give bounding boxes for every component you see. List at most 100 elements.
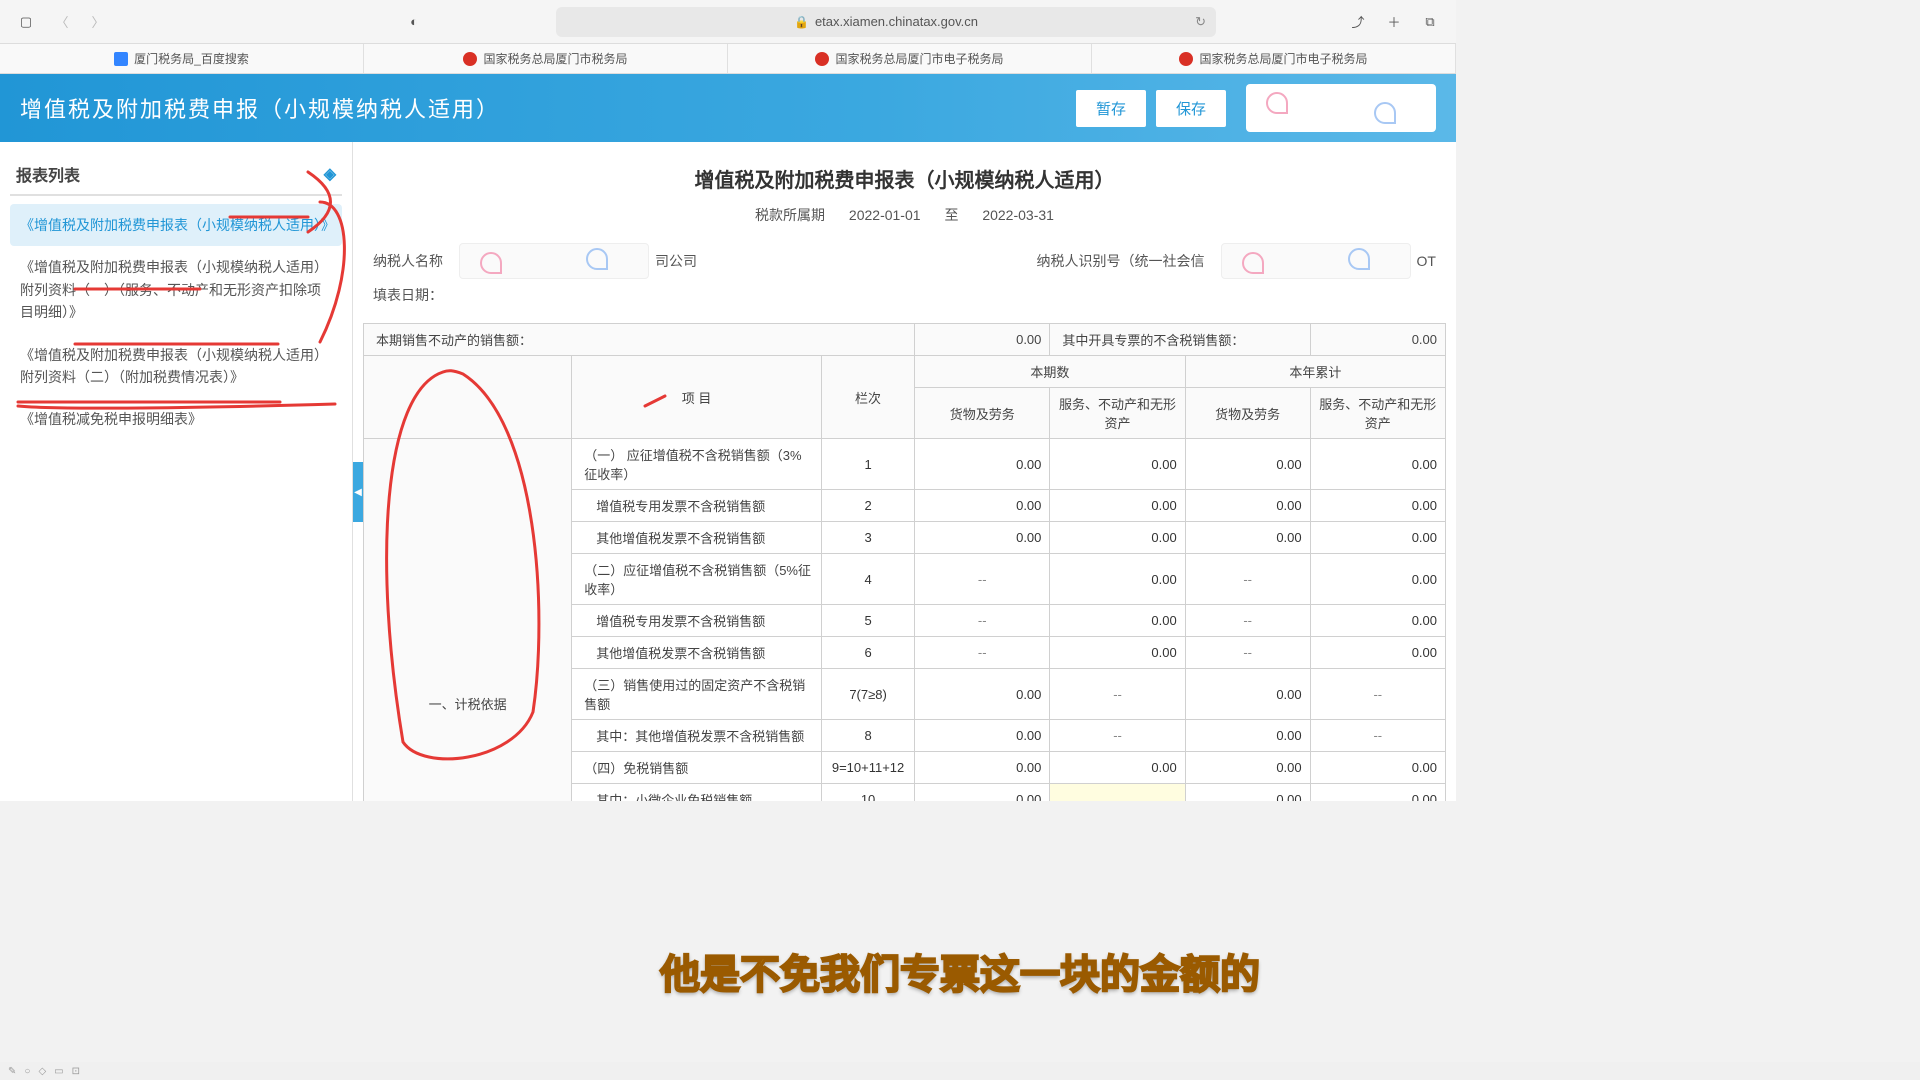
sidebar-item-0[interactable]: 《增值税及附加税费申报表（小规模纳税人适用）》 (10, 204, 342, 246)
favicon-icon (463, 52, 477, 66)
value-cell[interactable]: I (1050, 784, 1185, 802)
layers-icon[interactable]: ◈ (324, 164, 336, 184)
section-1-cell: 一、计税依据 (364, 439, 572, 802)
browser-tab-0[interactable]: 厦门税务局_百度搜索 (0, 44, 364, 73)
summary-left-value[interactable]: 0.00 (915, 324, 1050, 356)
row-label: 其他增值税发票不含税销售额 (572, 522, 822, 554)
sidebar-item-1[interactable]: 《增值税及附加税费申报表（小规模纳税人适用）附列资料（一）（服务、不动产和无形资… (10, 246, 342, 333)
save-button[interactable]: 保存 (1156, 90, 1226, 127)
value-cell[interactable]: 0.00 (1185, 490, 1310, 522)
summary-left-label: 本期销售不动产的销售额： (364, 324, 915, 356)
sidebar-toggle-icon[interactable]: ▢ (12, 8, 40, 36)
back-button[interactable]: 〈 (48, 8, 76, 36)
period-to-label: 至 (944, 207, 958, 223)
value-cell[interactable]: 0.00 (915, 720, 1050, 752)
collapse-handle[interactable]: ◀ (353, 462, 363, 522)
value-cell[interactable]: 0.00 (915, 669, 1050, 720)
value-cell: -- (1185, 605, 1310, 637)
redaction-box (1221, 243, 1411, 279)
row-label: （三）销售使用过的固定资产不含税销售额 (572, 669, 822, 720)
value-cell[interactable]: 0.00 (1185, 752, 1310, 784)
shield-icon[interactable]: ◐ (400, 8, 428, 36)
browser-toolbar: ▢ 〈 〉 ◐ 🔒 etax.xiamen.chinatax.gov.cn ↻ … (0, 0, 1456, 44)
footer-icon: ⊡ (72, 1066, 80, 1077)
browser-tab-3[interactable]: 国家税务总局厦门市电子税务局 (1092, 44, 1456, 73)
value-cell[interactable]: 0.00 (1185, 784, 1310, 802)
col-idx: 栏次 (822, 356, 915, 439)
value-cell[interactable]: 0.00 (915, 439, 1050, 490)
sidebar-item-2[interactable]: 《增值税及附加税费申报表（小规模纳税人适用）附列资料（二）（附加税费情况表）》 (10, 334, 342, 399)
footer-bar: ✎ ○ ◇ ▭ ⊡ (0, 1062, 1920, 1080)
row-index: 7(7≥8) (822, 669, 915, 720)
value-cell[interactable]: 0.00 (915, 522, 1050, 554)
browser-tab-2[interactable]: 国家税务总局厦门市电子税务局 (728, 44, 1092, 73)
browser-tabs: 厦门税务局_百度搜索 国家税务总局厦门市税务局 国家税务总局厦门市电子税务局 国… (0, 44, 1456, 74)
summary-right-label: 其中开具专票的不含税销售额： (1050, 324, 1310, 356)
row-index: 2 (822, 490, 915, 522)
value-cell[interactable]: 0.00 (1310, 554, 1445, 605)
redaction-box (459, 243, 649, 279)
col-item: 项 目 (572, 356, 822, 439)
value-cell[interactable]: 0.00 (1050, 490, 1185, 522)
row-index: 8 (822, 720, 915, 752)
value-cell[interactable]: 0.00 (1310, 752, 1445, 784)
value-cell[interactable]: 0.00 (1185, 439, 1310, 490)
value-cell[interactable]: 0.00 (915, 752, 1050, 784)
value-cell[interactable]: 0.00 (1310, 784, 1445, 802)
value-cell[interactable]: 0.00 (1310, 637, 1445, 669)
value-cell: -- (915, 637, 1050, 669)
value-cell[interactable]: 0.00 (1050, 439, 1185, 490)
value-cell[interactable]: 0.00 (1050, 522, 1185, 554)
value-cell[interactable]: 0.00 (1185, 720, 1310, 752)
summary-right-value[interactable]: 0.00 (1310, 324, 1445, 356)
period-to: 2022-03-31 (982, 207, 1054, 223)
col-service-current: 服务、不动产和无形资产 (1050, 388, 1185, 439)
share-icon[interactable]: ⤴ (1344, 8, 1372, 36)
save-draft-button[interactable]: 暂存 (1076, 90, 1146, 127)
redaction-box (1246, 84, 1436, 132)
value-cell[interactable]: 0.00 (1050, 605, 1185, 637)
value-cell[interactable]: 0.00 (1310, 605, 1445, 637)
value-cell[interactable]: 0.00 (1310, 439, 1445, 490)
taxpayer-id-value: OT (1417, 253, 1436, 269)
url-bar[interactable]: 🔒 etax.xiamen.chinatax.gov.cn ↻ (556, 7, 1216, 37)
sidebar-item-3[interactable]: 《增值税减免税申报明细表》 (10, 398, 342, 440)
period-label: 税款所属期 (755, 207, 825, 223)
favicon-icon (815, 52, 829, 66)
section-header (364, 356, 572, 439)
value-cell[interactable]: 0.00 (1050, 637, 1185, 669)
value-cell[interactable]: 0.00 (1050, 554, 1185, 605)
footer-icon: ▭ (54, 1066, 63, 1077)
value-cell[interactable]: 0.00 (915, 490, 1050, 522)
row-index: 4 (822, 554, 915, 605)
row-index: 3 (822, 522, 915, 554)
col-service-year: 服务、不动产和无形资产 (1310, 388, 1445, 439)
favicon-icon (1179, 52, 1193, 66)
value-cell[interactable]: 0.00 (1310, 522, 1445, 554)
footer-icon: ○ (24, 1066, 30, 1077)
lock-icon: 🔒 (794, 15, 809, 29)
tax-table: 本期销售不动产的销售额： 0.00 其中开具专票的不含税销售额： 0.00 项 … (363, 323, 1446, 801)
period-from: 2022-01-01 (849, 207, 921, 223)
browser-tab-1[interactable]: 国家税务总局厦门市税务局 (364, 44, 728, 73)
row-index: 10 (822, 784, 915, 802)
row-label: （二）应征增值税不含税销售额（5%征收率） (572, 554, 822, 605)
row-label: 其中：其他增值税发票不含税销售额 (572, 720, 822, 752)
value-cell[interactable]: 0.00 (1310, 490, 1445, 522)
refresh-icon[interactable]: ↻ (1195, 14, 1206, 30)
row-index: 1 (822, 439, 915, 490)
col-goods-current: 货物及劳务 (915, 388, 1050, 439)
value-cell[interactable]: 0.00 (1185, 669, 1310, 720)
row-index: 5 (822, 605, 915, 637)
col-goods-year: 货物及劳务 (1185, 388, 1310, 439)
value-cell[interactable]: 0.00 (915, 784, 1050, 802)
tabs-overview-icon[interactable]: ⧉ (1416, 8, 1444, 36)
value-cell: -- (915, 554, 1050, 605)
page-header: 增值税及附加税费申报（小规模纳税人适用） 暂存 保存 (0, 74, 1456, 142)
row-label: 增值税专用发票不含税销售额 (572, 605, 822, 637)
forward-button[interactable]: 〉 (84, 8, 112, 36)
new-tab-icon[interactable]: ＋ (1380, 8, 1408, 36)
value-cell[interactable]: 0.00 (1050, 752, 1185, 784)
value-cell: -- (1050, 669, 1185, 720)
value-cell[interactable]: 0.00 (1185, 522, 1310, 554)
